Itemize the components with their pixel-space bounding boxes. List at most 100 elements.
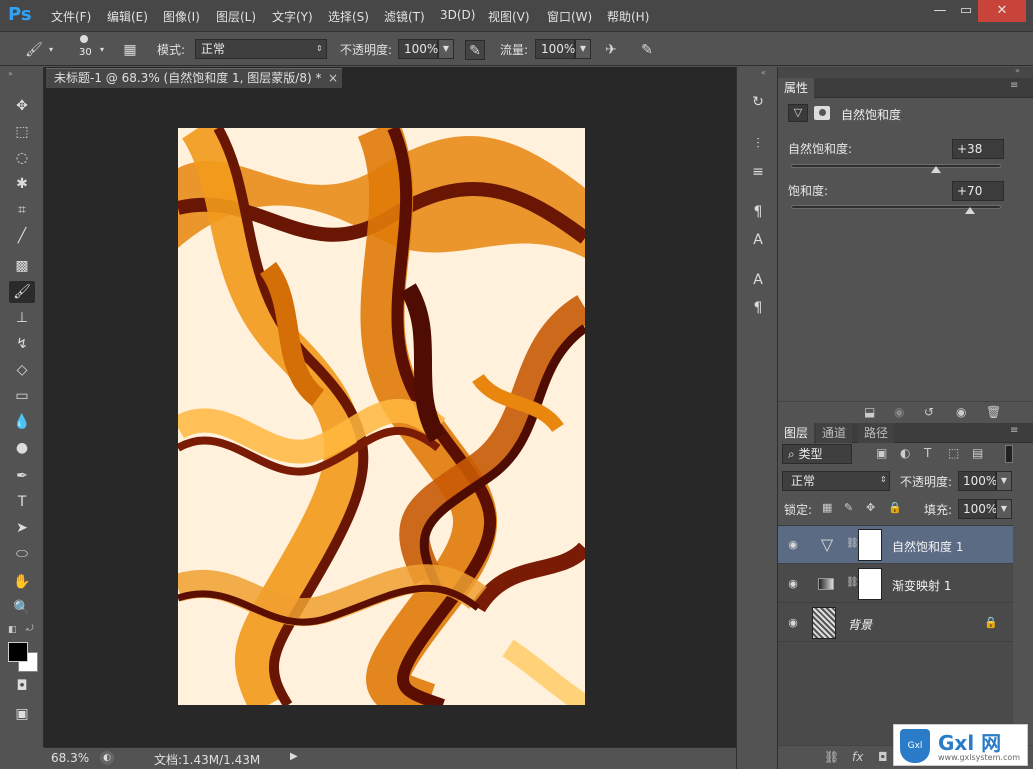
- adjust-sliders-icon[interactable]: ≡: [745, 161, 771, 183]
- paragraph-panel-icon[interactable]: ¶: [745, 297, 771, 319]
- maximize-button[interactable]: ▭: [951, 0, 981, 22]
- layer-opacity-input[interactable]: 100%: [958, 471, 997, 491]
- layer-mask-thumbnail[interactable]: [858, 529, 882, 561]
- type-tool-icon[interactable]: T: [9, 491, 35, 513]
- pressure-size-icon[interactable]: ✎: [637, 40, 657, 60]
- layer-link-icon[interactable]: ⛓: [846, 577, 859, 588]
- eyedropper-tool-icon[interactable]: ╱: [9, 225, 35, 247]
- menu-select[interactable]: 选择(S): [328, 8, 369, 25]
- layer-row[interactable]: ◉ ⛓ 渐变映射 1: [778, 565, 1013, 603]
- layers-panel-menu-icon[interactable]: ≡: [1010, 425, 1018, 436]
- screen-mode-icon[interactable]: ▣: [9, 703, 35, 725]
- crop-tool-icon[interactable]: ⌗: [9, 199, 35, 221]
- collapse-strip-icon[interactable]: «: [761, 68, 766, 77]
- layer-visibility-eye-icon[interactable]: ◉: [786, 577, 800, 591]
- fill-input[interactable]: 100%: [958, 499, 997, 519]
- menu-edit[interactable]: 编辑(E): [107, 8, 148, 25]
- blur-tool-icon[interactable]: 💧: [9, 411, 35, 433]
- vibrance-input[interactable]: +38: [952, 139, 1004, 159]
- history-panel-icon[interactable]: ↻: [745, 91, 771, 113]
- layer-style-icon[interactable]: fx: [852, 750, 863, 764]
- layer-visibility-eye-icon[interactable]: ◉: [786, 616, 800, 630]
- layer-row[interactable]: ◉ 背景 🔒: [778, 604, 1013, 642]
- menu-help[interactable]: 帮助(H): [607, 8, 649, 25]
- mode-select[interactable]: 正常: [195, 39, 327, 59]
- menu-type[interactable]: 文字(Y): [272, 8, 313, 25]
- lock-all-icon[interactable]: 🔒: [888, 501, 902, 514]
- healing-brush-tool-icon[interactable]: ▩: [9, 255, 35, 277]
- menu-layer[interactable]: 图层(L): [216, 8, 256, 25]
- menu-filter[interactable]: 滤镜(T): [384, 8, 425, 25]
- character-styles-icon[interactable]: A: [745, 229, 771, 251]
- quick-mask-icon[interactable]: ◘: [9, 675, 35, 697]
- menu-window[interactable]: 窗口(W): [547, 8, 592, 25]
- marquee-tool-icon[interactable]: ⬚: [9, 121, 35, 143]
- tab-channels[interactable]: 通道: [816, 423, 853, 443]
- opacity-dropdown-icon[interactable]: ▼: [438, 39, 454, 59]
- character-panel-icon[interactable]: A: [745, 269, 771, 291]
- flow-dropdown-icon[interactable]: ▼: [575, 39, 591, 59]
- fill-dropdown-icon[interactable]: ▼: [996, 499, 1012, 519]
- swap-colors-icon[interactable]: ⤾: [26, 624, 34, 634]
- reset-icon[interactable]: ↺: [924, 405, 934, 419]
- vibrance-slider-thumb[interactable]: [930, 166, 941, 173]
- lock-position-icon[interactable]: ✥: [866, 501, 875, 514]
- filter-pixel-icon[interactable]: ▣: [876, 446, 887, 460]
- menu-file[interactable]: 文件(F): [51, 8, 91, 25]
- brush-panel-toggle-icon[interactable]: ▦: [120, 40, 140, 60]
- tool-preset-dropdown-icon[interactable]: ▾: [49, 45, 57, 54]
- view-previous-icon[interactable]: ◉: [894, 405, 904, 419]
- zoom-level[interactable]: 68.3%: [51, 751, 89, 765]
- filter-smart-object-icon[interactable]: ▤: [972, 446, 983, 460]
- add-mask-icon[interactable]: ◘: [878, 750, 888, 764]
- toggle-visibility-icon[interactable]: ◉: [956, 405, 966, 419]
- menu-3d[interactable]: 3D(D): [440, 8, 475, 22]
- collapse-toolbar-icon[interactable]: »: [8, 69, 13, 78]
- filter-shape-icon[interactable]: ⬚: [948, 446, 959, 460]
- panel-menu-icon[interactable]: ≡: [1010, 80, 1018, 91]
- eraser-tool-icon[interactable]: ◇: [9, 359, 35, 381]
- document-close-icon[interactable]: ×: [328, 69, 338, 87]
- dodge-tool-icon[interactable]: ●: [9, 437, 35, 459]
- link-layers-icon[interactable]: ⛓: [824, 750, 839, 764]
- filter-adjustment-icon[interactable]: ◐: [900, 446, 910, 460]
- gradient-tool-icon[interactable]: ▭: [9, 385, 35, 407]
- move-tool-icon[interactable]: ✥: [9, 95, 35, 117]
- delete-adjustment-icon[interactable]: 🗑: [986, 405, 1001, 419]
- history-brush-tool-icon[interactable]: ↯: [9, 333, 35, 355]
- pen-tool-icon[interactable]: ✒: [9, 465, 35, 487]
- filter-type-select[interactable]: ⌕ 类型: [782, 444, 852, 464]
- filter-type-icon[interactable]: T: [924, 446, 931, 460]
- zoom-tool-icon[interactable]: 🔍: [9, 597, 35, 619]
- close-button[interactable]: ✕: [978, 0, 1026, 22]
- default-colors-icon[interactable]: ◧: [8, 625, 17, 635]
- expand-dock-icon[interactable]: »: [1015, 66, 1020, 75]
- airbrush-icon[interactable]: ✈: [601, 40, 621, 60]
- flow-input[interactable]: 100%: [535, 39, 575, 59]
- magic-wand-tool-icon[interactable]: ✱: [9, 173, 35, 195]
- vibrance-slider-track[interactable]: [791, 164, 1001, 168]
- lasso-tool-icon[interactable]: ◌: [9, 147, 35, 169]
- clip-to-layer-icon[interactable]: ⬓: [864, 405, 875, 419]
- layer-visibility-eye-icon[interactable]: ◉: [786, 538, 800, 552]
- status-menu-icon[interactable]: ◐: [100, 751, 114, 765]
- document-tab[interactable]: 未标题-1 @ 68.3% (自然饱和度 1, 图层蒙版/8) * ×: [46, 68, 342, 88]
- shape-tool-icon[interactable]: ⬭: [9, 543, 35, 565]
- layer-link-icon[interactable]: ⛓: [846, 538, 859, 549]
- foreground-color-swatch[interactable]: [8, 642, 28, 662]
- menu-view[interactable]: 视图(V): [488, 8, 530, 25]
- background-layer-thumbnail[interactable]: [812, 607, 836, 639]
- tab-paths[interactable]: 路径: [858, 423, 895, 443]
- path-selection-tool-icon[interactable]: ➤: [9, 517, 35, 539]
- saturation-input[interactable]: +70: [952, 181, 1004, 201]
- paragraph-styles-icon[interactable]: ¶: [745, 201, 771, 223]
- layer-opacity-dropdown-icon[interactable]: ▼: [996, 471, 1012, 491]
- layer-mask-thumbnail[interactable]: [858, 568, 882, 600]
- filter-toggle-switch[interactable]: [1005, 445, 1013, 463]
- blend-mode-select[interactable]: 正常: [782, 471, 890, 491]
- status-arrow-icon[interactable]: ▶: [290, 751, 298, 762]
- tab-properties[interactable]: 属性: [778, 78, 815, 98]
- canvas-image[interactable]: [178, 128, 585, 705]
- brush-tool-icon[interactable]: 🖌: [9, 281, 35, 303]
- lock-transparent-icon[interactable]: ▦: [822, 501, 832, 514]
